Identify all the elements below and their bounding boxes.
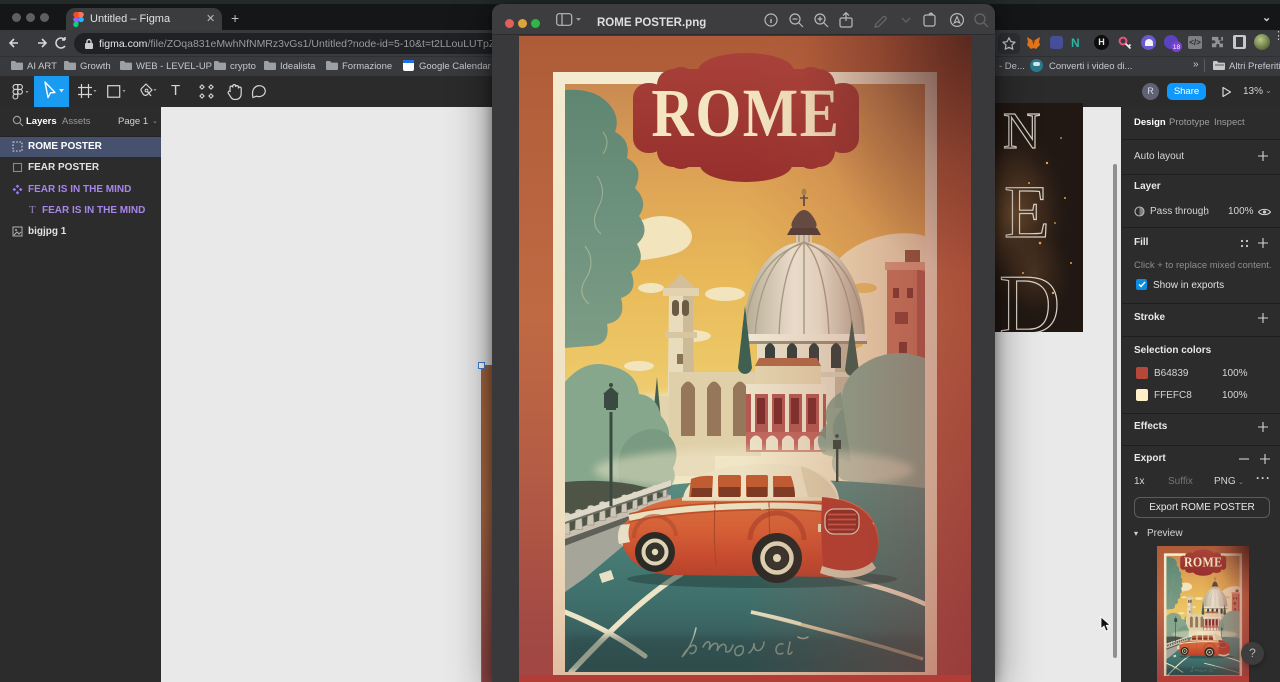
svg-text:18: 18 bbox=[1173, 44, 1181, 51]
